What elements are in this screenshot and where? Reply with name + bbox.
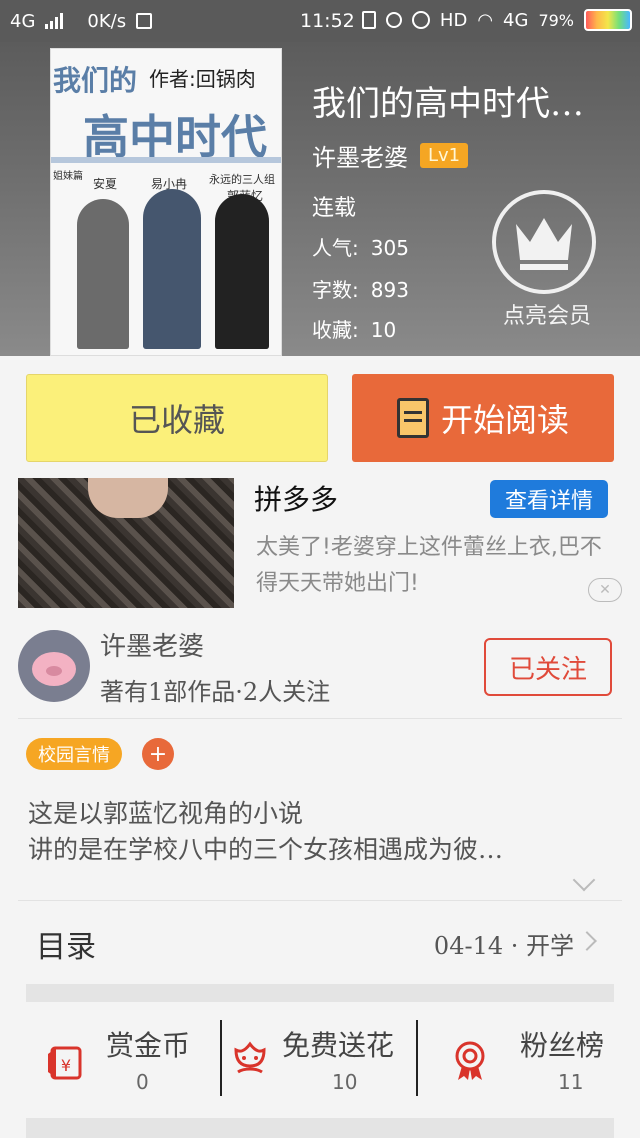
- book-title: 我们的高中时代…: [312, 84, 584, 124]
- reward-coins-cell[interactable]: ¥ 赏金币 0: [26, 1002, 222, 1114]
- cover-series: 姐妹篇: [53, 171, 83, 182]
- author-name[interactable]: 许墨老婆: [100, 626, 204, 663]
- cover-figure-1: [77, 199, 129, 349]
- stat-label: 人气:: [312, 236, 359, 260]
- expand-chevron-down-icon[interactable]: [572, 868, 596, 892]
- charging-icon: [361, 11, 376, 29]
- network-type-2: 4G: [503, 9, 529, 31]
- book-intro[interactable]: 这是以郭蓝忆视角的小说 讲的是在学校八中的三个女孩相遇成为彼…: [28, 796, 608, 868]
- genre-tag[interactable]: 校园言情: [26, 738, 122, 770]
- hd-indicator: HD: [439, 9, 468, 31]
- start-reading-label: 开始阅读: [440, 401, 569, 439]
- intro-line-1: 这是以郭蓝忆视角的小说: [28, 799, 304, 828]
- status-bar: 4G 0K/s 11:52 HD ◠ 4G 79%: [0, 0, 640, 42]
- stat-value: 0: [136, 1070, 149, 1094]
- stat-label: 粉丝榜: [520, 1029, 605, 1062]
- red-envelope-yen-icon: ¥: [48, 1046, 82, 1080]
- stats-row: ¥ 赏金币 0 免费送花 10 粉丝榜 11: [26, 1002, 614, 1114]
- divider: [18, 718, 622, 719]
- add-tag-button[interactable]: +: [142, 738, 174, 770]
- catalog-title: 目录: [36, 930, 96, 965]
- collected-button[interactable]: 已收藏: [26, 374, 328, 462]
- stat-value: 11: [558, 1070, 584, 1094]
- stat-label: 赏金币: [106, 1029, 191, 1062]
- ad-brand: 拼多多: [254, 483, 339, 516]
- book-header: 我们的 作者:回锅肉 高中时代 姐妹篇 安夏 易小冉 永远的三人组 郭蓝忆 我们…: [0, 42, 640, 356]
- vip-label[interactable]: 点亮会员: [492, 298, 602, 330]
- network-type: 4G: [10, 10, 36, 32]
- screenshot-icon: [136, 13, 153, 29]
- network-speed: 0K/s: [87, 10, 127, 32]
- catalog-row[interactable]: 目录 04-14 · 开学: [26, 900, 614, 984]
- cover-figure-2: [143, 189, 201, 349]
- section-separator: [26, 1118, 614, 1138]
- author-line: 许墨老婆 Lv1: [312, 138, 469, 173]
- stat-popularity: 人气: 305: [312, 232, 409, 261]
- serial-status: 连载: [312, 196, 357, 221]
- vip-crown-button[interactable]: [492, 190, 596, 294]
- stat-value: 10: [332, 1070, 358, 1094]
- ad-detail-button[interactable]: 查看详情: [490, 480, 608, 518]
- cover-divider: [51, 157, 281, 163]
- fan-ranking-cell[interactable]: 粉丝榜 11: [418, 1002, 614, 1114]
- follow-button[interactable]: 已关注: [484, 638, 612, 696]
- intro-line-2: 讲的是在学校八中的三个女孩相遇成为彼…: [28, 835, 504, 864]
- signal-icon: [45, 13, 64, 29]
- stat-value: 893: [370, 278, 409, 302]
- ad-text[interactable]: 太美了!老婆穿上这件蕾丝上衣,巴不得天天带她出门!: [256, 530, 618, 602]
- cover-figure-3: [215, 194, 269, 349]
- cover-group: 永远的三人组: [209, 173, 275, 186]
- flower-icon: [234, 1041, 266, 1074]
- battery-icon: [584, 9, 632, 31]
- book-icon: [396, 398, 429, 438]
- chevron-right-icon: [577, 931, 597, 951]
- ad-image[interactable]: [18, 478, 234, 608]
- alarm-icon: [411, 11, 430, 29]
- stat-value: 305: [370, 236, 409, 260]
- stat-label: 免费送花: [282, 1029, 395, 1062]
- cover-name-1: 安夏: [93, 177, 118, 191]
- book-author[interactable]: 许墨老婆: [312, 138, 408, 173]
- ad-close-icon[interactable]: ✕: [588, 578, 622, 602]
- level-badge: Lv1: [420, 143, 469, 168]
- stat-word-count: 字数: 893: [312, 274, 409, 303]
- medal-icon: [455, 1041, 485, 1080]
- book-cover[interactable]: 我们的 作者:回锅肉 高中时代 姐妹篇 安夏 易小冉 永远的三人组 郭蓝忆: [50, 48, 282, 356]
- avatar[interactable]: [18, 630, 90, 702]
- author-meta: 著有1部作品·2人关注: [100, 678, 331, 706]
- wifi-icon: ◠: [477, 9, 494, 31]
- cover-author: 作者:回锅肉: [149, 67, 256, 91]
- battery-percent: 79%: [538, 10, 574, 30]
- stat-favorites: 收藏: 10: [312, 314, 396, 343]
- section-separator: [26, 984, 614, 1002]
- stat-label: 收藏:: [312, 318, 359, 342]
- stat-value: 10: [370, 318, 397, 342]
- svg-text:¥: ¥: [61, 1056, 71, 1075]
- clock: 11:52: [300, 10, 355, 32]
- free-flowers-cell[interactable]: 免费送花 10: [222, 1002, 418, 1114]
- stat-label: 字数:: [312, 278, 359, 302]
- crown-icon: [516, 218, 572, 270]
- pig-nose: [46, 666, 62, 676]
- latest-chapter: 04-14 · 开学: [433, 932, 574, 960]
- cover-title-1: 我们的: [53, 64, 138, 97]
- mute-icon: [385, 12, 402, 28]
- start-reading-button[interactable]: 开始阅读: [352, 374, 614, 462]
